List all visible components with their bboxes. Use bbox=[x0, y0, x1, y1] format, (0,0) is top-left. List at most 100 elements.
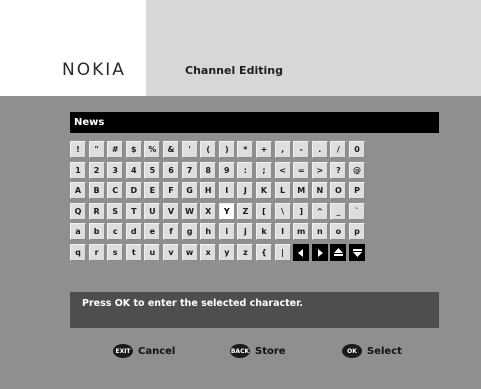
key[interactable]: Q bbox=[70, 202, 86, 220]
key[interactable]: d bbox=[125, 223, 142, 241]
cancel-button[interactable]: EXIT Cancel bbox=[113, 342, 175, 360]
key[interactable]: i bbox=[218, 223, 235, 241]
key[interactable]: < bbox=[274, 161, 291, 179]
key[interactable]: r bbox=[88, 244, 105, 261]
key[interactable]: h bbox=[200, 223, 217, 241]
key[interactable]: u bbox=[144, 244, 161, 261]
key[interactable]: f bbox=[163, 223, 179, 241]
key[interactable]: & bbox=[163, 141, 179, 158]
key[interactable]: X bbox=[200, 202, 217, 220]
key[interactable]: ) bbox=[218, 141, 235, 158]
key[interactable]: 3 bbox=[107, 161, 124, 179]
key[interactable]: F bbox=[163, 182, 179, 200]
key-arrow-right[interactable] bbox=[311, 244, 328, 261]
key[interactable]: n bbox=[311, 223, 328, 241]
key[interactable]: D bbox=[125, 182, 142, 200]
key[interactable]: V bbox=[163, 202, 179, 220]
key[interactable]: m bbox=[293, 223, 310, 241]
key[interactable]: [ bbox=[256, 202, 272, 220]
key[interactable]: a bbox=[70, 223, 86, 241]
key[interactable]: w bbox=[181, 244, 198, 261]
key-shift-up[interactable] bbox=[330, 244, 347, 261]
key[interactable]: y bbox=[218, 244, 235, 261]
key[interactable]: j bbox=[237, 223, 254, 241]
key[interactable]: T bbox=[125, 202, 142, 220]
key[interactable]: _ bbox=[330, 202, 347, 220]
key[interactable]: 6 bbox=[163, 161, 179, 179]
key[interactable]: I bbox=[218, 182, 235, 200]
key[interactable]: A bbox=[70, 182, 86, 200]
key[interactable]: H bbox=[200, 182, 217, 200]
key[interactable]: G bbox=[181, 182, 198, 200]
key[interactable]: 5 bbox=[144, 161, 161, 179]
key[interactable]: 2 bbox=[88, 161, 105, 179]
key[interactable]: 7 bbox=[181, 161, 198, 179]
key[interactable]: o bbox=[330, 223, 347, 241]
key[interactable]: % bbox=[144, 141, 161, 158]
key[interactable]: c bbox=[107, 223, 124, 241]
key[interactable]: # bbox=[107, 141, 124, 158]
key[interactable]: q bbox=[70, 244, 86, 261]
key[interactable]: U bbox=[144, 202, 161, 220]
key[interactable]: ; bbox=[256, 161, 272, 179]
key-selected[interactable]: Y bbox=[218, 202, 235, 220]
key-shift-down[interactable] bbox=[349, 244, 365, 261]
key[interactable]: - bbox=[293, 141, 310, 158]
key[interactable]: t bbox=[125, 244, 142, 261]
key[interactable]: : bbox=[237, 161, 254, 179]
key[interactable]: e bbox=[144, 223, 161, 241]
key[interactable]: x bbox=[200, 244, 217, 261]
key[interactable]: " bbox=[88, 141, 105, 158]
key[interactable]: l bbox=[274, 223, 291, 241]
key[interactable]: K bbox=[256, 182, 272, 200]
key[interactable]: s bbox=[107, 244, 124, 261]
key[interactable]: S bbox=[107, 202, 124, 220]
key[interactable]: g bbox=[181, 223, 198, 241]
key[interactable]: { bbox=[256, 244, 272, 261]
key[interactable]: 9 bbox=[218, 161, 235, 179]
key[interactable]: ] bbox=[293, 202, 310, 220]
key[interactable]: 8 bbox=[200, 161, 217, 179]
key[interactable]: + bbox=[256, 141, 272, 158]
key[interactable]: b bbox=[88, 223, 105, 241]
key[interactable]: ! bbox=[70, 141, 86, 158]
key[interactable]: L bbox=[274, 182, 291, 200]
channel-name-input[interactable]: News bbox=[70, 112, 439, 133]
key[interactable]: / bbox=[330, 141, 347, 158]
key[interactable]: 0 bbox=[349, 141, 365, 158]
key-arrow-left[interactable] bbox=[293, 244, 310, 261]
select-button[interactable]: OK Select bbox=[342, 342, 402, 360]
key[interactable]: 4 bbox=[125, 161, 142, 179]
key[interactable]: J bbox=[237, 182, 254, 200]
key[interactable]: , bbox=[274, 141, 291, 158]
key[interactable]: O bbox=[330, 182, 347, 200]
key[interactable]: M bbox=[293, 182, 310, 200]
key[interactable]: $ bbox=[125, 141, 142, 158]
key[interactable]: ^ bbox=[311, 202, 328, 220]
key[interactable]: N bbox=[311, 182, 328, 200]
key[interactable]: ( bbox=[200, 141, 217, 158]
store-button[interactable]: BACK Store bbox=[230, 342, 286, 360]
key[interactable]: * bbox=[237, 141, 254, 158]
key[interactable]: W bbox=[181, 202, 198, 220]
key[interactable]: p bbox=[349, 223, 365, 241]
key[interactable]: E bbox=[144, 182, 161, 200]
key[interactable]: \ bbox=[274, 202, 291, 220]
key[interactable]: > bbox=[311, 161, 328, 179]
key[interactable]: k bbox=[256, 223, 272, 241]
key[interactable]: C bbox=[107, 182, 124, 200]
key[interactable]: | bbox=[274, 244, 291, 261]
key[interactable]: v bbox=[163, 244, 179, 261]
key[interactable]: . bbox=[311, 141, 328, 158]
key[interactable]: R bbox=[88, 202, 105, 220]
key[interactable]: ` bbox=[349, 202, 365, 220]
key[interactable]: z bbox=[237, 244, 254, 261]
key[interactable]: ? bbox=[330, 161, 347, 179]
key[interactable]: @ bbox=[349, 161, 365, 179]
key[interactable]: B bbox=[88, 182, 105, 200]
key[interactable]: 1 bbox=[70, 161, 86, 179]
key[interactable]: P bbox=[349, 182, 365, 200]
key[interactable]: ' bbox=[181, 141, 198, 158]
key[interactable]: = bbox=[293, 161, 310, 179]
key[interactable]: Z bbox=[237, 202, 254, 220]
